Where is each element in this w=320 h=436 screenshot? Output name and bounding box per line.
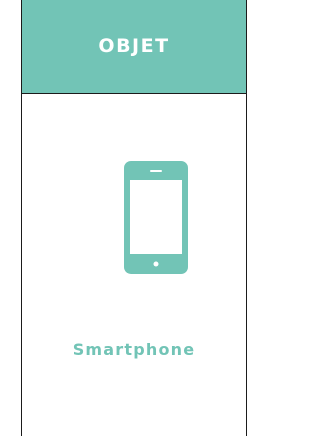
card-label: Smartphone — [72, 340, 196, 359]
smartphone-icon — [124, 161, 188, 274]
card-title: OBJET — [98, 35, 170, 57]
object-card: OBJET Smartphone — [21, 0, 247, 436]
card-header: OBJET — [22, 0, 246, 94]
